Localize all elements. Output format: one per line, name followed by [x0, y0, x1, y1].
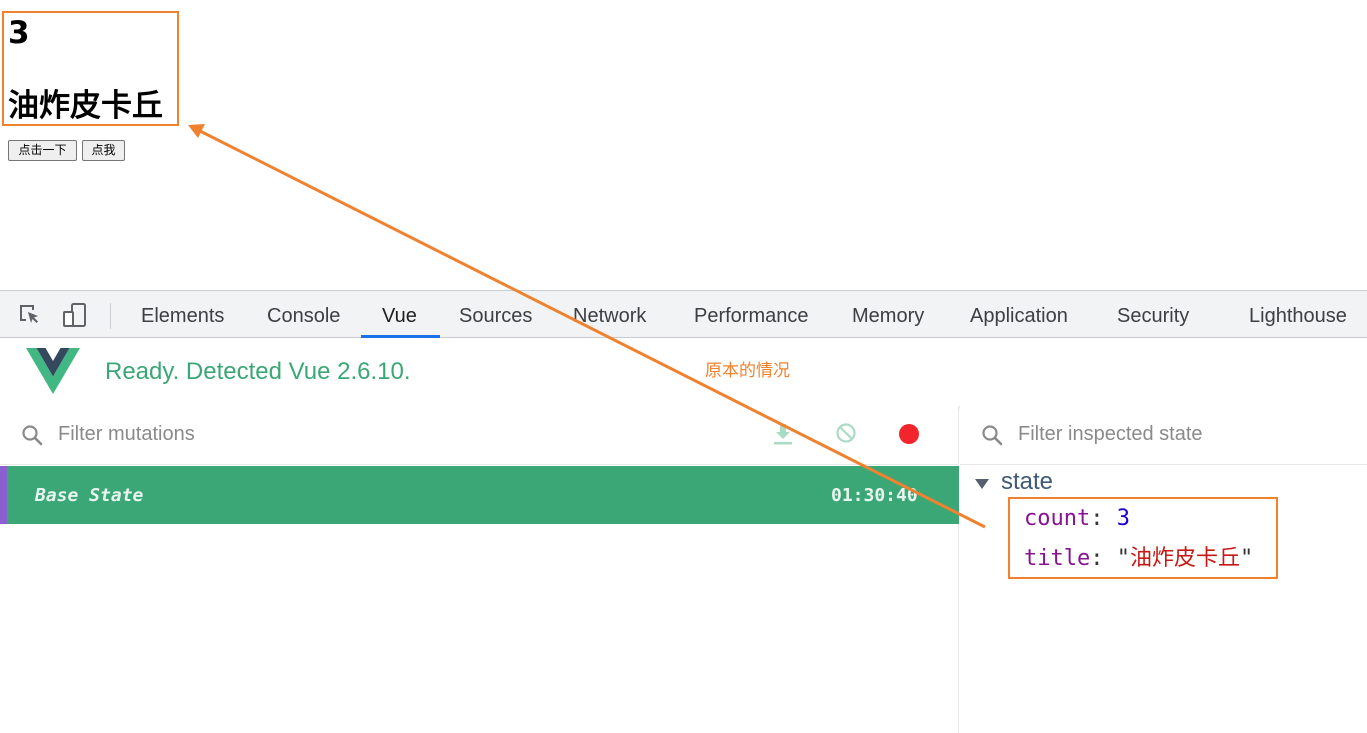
expand-triangle-icon[interactable] — [975, 479, 989, 489]
devtools-tabbar: Elements Console Vue Sources Network Per… — [0, 290, 1367, 338]
state-prop-count: count: 3 — [1024, 506, 1130, 531]
prop-key: count — [1024, 506, 1091, 531]
mutation-row[interactable]: Base State 01:30:40 — [0, 466, 959, 524]
mutation-time: 01:30:40 — [831, 485, 918, 506]
tab-console[interactable]: Console — [267, 291, 340, 338]
mutations-filter-row: Filter mutations — [0, 406, 959, 465]
search-icon — [22, 425, 43, 446]
row-marker — [0, 466, 7, 524]
inspect-element-icon[interactable] — [17, 302, 43, 328]
tab-security[interactable]: Security — [1117, 291, 1189, 338]
state-label: state — [1001, 468, 1054, 495]
click-once-button[interactable]: 点击一下 — [8, 140, 77, 161]
prop-value: 3 — [1116, 506, 1130, 531]
filter-mutations-input[interactable]: Filter mutations — [58, 423, 195, 446]
tab-memory[interactable]: Memory — [852, 291, 924, 338]
state-section-header[interactable]: state — [960, 466, 1367, 501]
tab-application[interactable]: Application — [970, 291, 1068, 338]
prop-key: title — [1024, 546, 1091, 571]
ready-status: Ready. Detected Vue 2.6.10. — [105, 358, 411, 385]
annotation-box-state: count: 3 title: "油炸皮卡丘" — [1008, 497, 1278, 579]
inspector-panel: Filter inspected state state count: 3 ti… — [960, 406, 1367, 733]
tab-network[interactable]: Network — [573, 291, 646, 338]
tab-elements[interactable]: Elements — [141, 291, 224, 338]
toolbar-divider — [110, 303, 111, 329]
clear-icon[interactable] — [835, 422, 857, 444]
title-heading: 油炸皮卡丘 — [8, 88, 163, 124]
annotation-label: 原本的情况 — [705, 361, 790, 381]
mutations-panel: Filter mutations Base State 01:30:40 — [0, 406, 959, 733]
filter-state-input[interactable]: Filter inspected state — [1018, 423, 1203, 446]
click-me-button[interactable]: 点我 — [82, 140, 125, 161]
count-heading: 3 — [8, 15, 30, 51]
page-content: 3 油炸皮卡丘 点击一下 点我 — [0, 0, 1367, 290]
download-icon[interactable] — [772, 422, 794, 446]
mutation-label: Base State — [35, 485, 144, 506]
vue-header: Ready. Detected Vue 2.6.10. 原本的情况 — [0, 338, 1367, 406]
record-icon[interactable] — [899, 424, 919, 444]
vue-logo-icon — [26, 348, 80, 394]
inspector-filter-row: Filter inspected state — [960, 406, 1367, 465]
state-prop-title: title: "油炸皮卡丘" — [1024, 546, 1254, 571]
tab-sources[interactable]: Sources — [459, 291, 532, 338]
tab-lighthouse[interactable]: Lighthouse — [1249, 291, 1347, 338]
tab-vue[interactable]: Vue — [382, 291, 417, 338]
devtools-panel: Elements Console Vue Sources Network Per… — [0, 290, 1367, 733]
prop-value: 油炸皮卡丘 — [1129, 546, 1240, 571]
search-icon — [982, 425, 1003, 446]
device-toggle-icon[interactable] — [62, 302, 88, 328]
tab-performance[interactable]: Performance — [694, 291, 809, 338]
